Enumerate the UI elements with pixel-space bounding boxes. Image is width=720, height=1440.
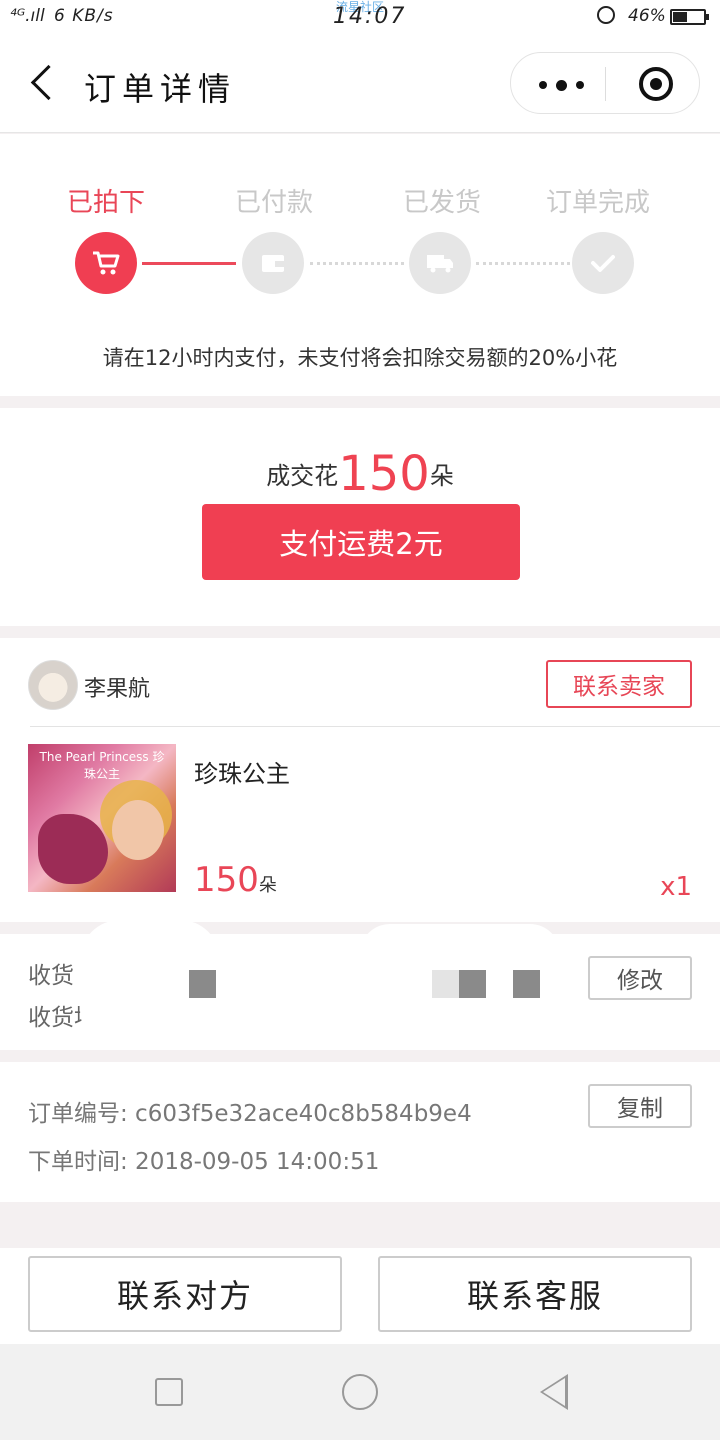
- divider: [30, 726, 720, 727]
- contact-service-button[interactable]: 联系客服: [378, 1256, 692, 1332]
- price-value: 150: [194, 860, 259, 900]
- order-info: 订单编号: c603f5e32ace40c8b584b9e4 下单时间: 201…: [0, 1062, 720, 1202]
- cart-icon: [75, 232, 137, 294]
- rotation-lock-icon: [597, 6, 615, 24]
- payment-notice: 请在12小时内支付，未支付将会扣除交易额的20%小花: [102, 346, 618, 370]
- nav-bar: 订单详情: [0, 34, 720, 133]
- step-label-placed: 已拍下: [66, 188, 145, 218]
- more-icon[interactable]: [539, 79, 584, 91]
- clock: 14:07: [333, 4, 407, 29]
- page-title: 订单详情: [84, 70, 237, 108]
- copy-button[interactable]: 复制: [588, 1084, 692, 1128]
- step-label-shipped: 已发货: [402, 188, 481, 218]
- action-footer: 联系对方 联系客服: [0, 1248, 720, 1344]
- redaction-pixel: [189, 970, 216, 998]
- check-icon: [572, 232, 634, 294]
- product-art: [38, 814, 108, 884]
- home-icon[interactable]: [342, 1374, 378, 1410]
- deal-number: 150: [338, 446, 430, 502]
- contact-other-button[interactable]: 联系对方: [28, 1256, 342, 1332]
- progress-line-done: [142, 262, 236, 265]
- seller-card: 李果航 联系卖家 The Pearl Princess 珍珠公主 珍珠公主 15…: [0, 638, 720, 922]
- deal-unit: 朵: [429, 462, 454, 490]
- close-target-icon[interactable]: [639, 67, 673, 101]
- recents-icon[interactable]: [155, 1378, 183, 1406]
- order-progress: 已拍下 已付款 已发货 订单完成 请在12小时内支付，未支付将会扣除交易额的20…: [0, 134, 720, 396]
- price-unit: 朵: [258, 875, 277, 896]
- progress-line-pending: [476, 262, 570, 265]
- signal-icon: ⁴ᴳ.ıll: [10, 6, 45, 26]
- redaction-pixel: [513, 970, 540, 998]
- battery-level: [673, 12, 687, 22]
- back-icon[interactable]: [30, 64, 67, 101]
- network-speed: 6 KB/s: [54, 6, 114, 26]
- pay-shipping-button[interactable]: 支付运费2元: [202, 504, 520, 580]
- progress-line-pending: [310, 262, 404, 265]
- product-image[interactable]: The Pearl Princess 珍珠公主: [28, 744, 176, 892]
- wallet-icon: [242, 232, 304, 294]
- order-time: 下单时间: 2018-09-05 14:00:51: [28, 1149, 380, 1175]
- mini-program-capsule: [510, 52, 700, 114]
- redaction-pixel: [432, 970, 459, 998]
- deal-amount: 成交花150朵: [0, 446, 720, 502]
- edit-address-button[interactable]: 修改: [588, 956, 692, 1000]
- product-title[interactable]: 珍珠公主: [194, 754, 290, 789]
- avatar[interactable]: [28, 660, 78, 710]
- address-recipient: 收货: [28, 963, 74, 989]
- redaction-pixel: [459, 970, 486, 998]
- deal-prefix: 成交花: [266, 462, 339, 490]
- battery-percent: 46%: [628, 6, 666, 26]
- deal-section: 成交花150朵 支付运费2元: [0, 408, 720, 626]
- step-label-completed: 订单完成: [545, 188, 650, 218]
- capsule-divider: [605, 67, 606, 101]
- truck-icon: [409, 232, 471, 294]
- product-price: 150朵: [194, 860, 277, 900]
- step-label-paid: 已付款: [234, 188, 313, 218]
- address-section: 收货 收货地址 修改: [0, 920, 720, 1050]
- product-image-caption: The Pearl Princess 珍珠公主: [39, 750, 165, 781]
- contact-seller-button[interactable]: 联系卖家: [546, 660, 692, 708]
- battery-icon: [670, 9, 709, 25]
- product-art: [112, 800, 164, 860]
- back-nav-icon[interactable]: [540, 1374, 568, 1410]
- system-nav-bar: [0, 1344, 720, 1440]
- status-bar: ⁴ᴳ.ıll 6 KB/s 流星社区 14:07 46%: [0, 0, 720, 34]
- seller-name: 李果航: [84, 677, 151, 702]
- product-quantity: x1: [660, 872, 692, 902]
- order-number: 订单编号: c603f5e32ace40c8b584b9e4: [28, 1101, 472, 1127]
